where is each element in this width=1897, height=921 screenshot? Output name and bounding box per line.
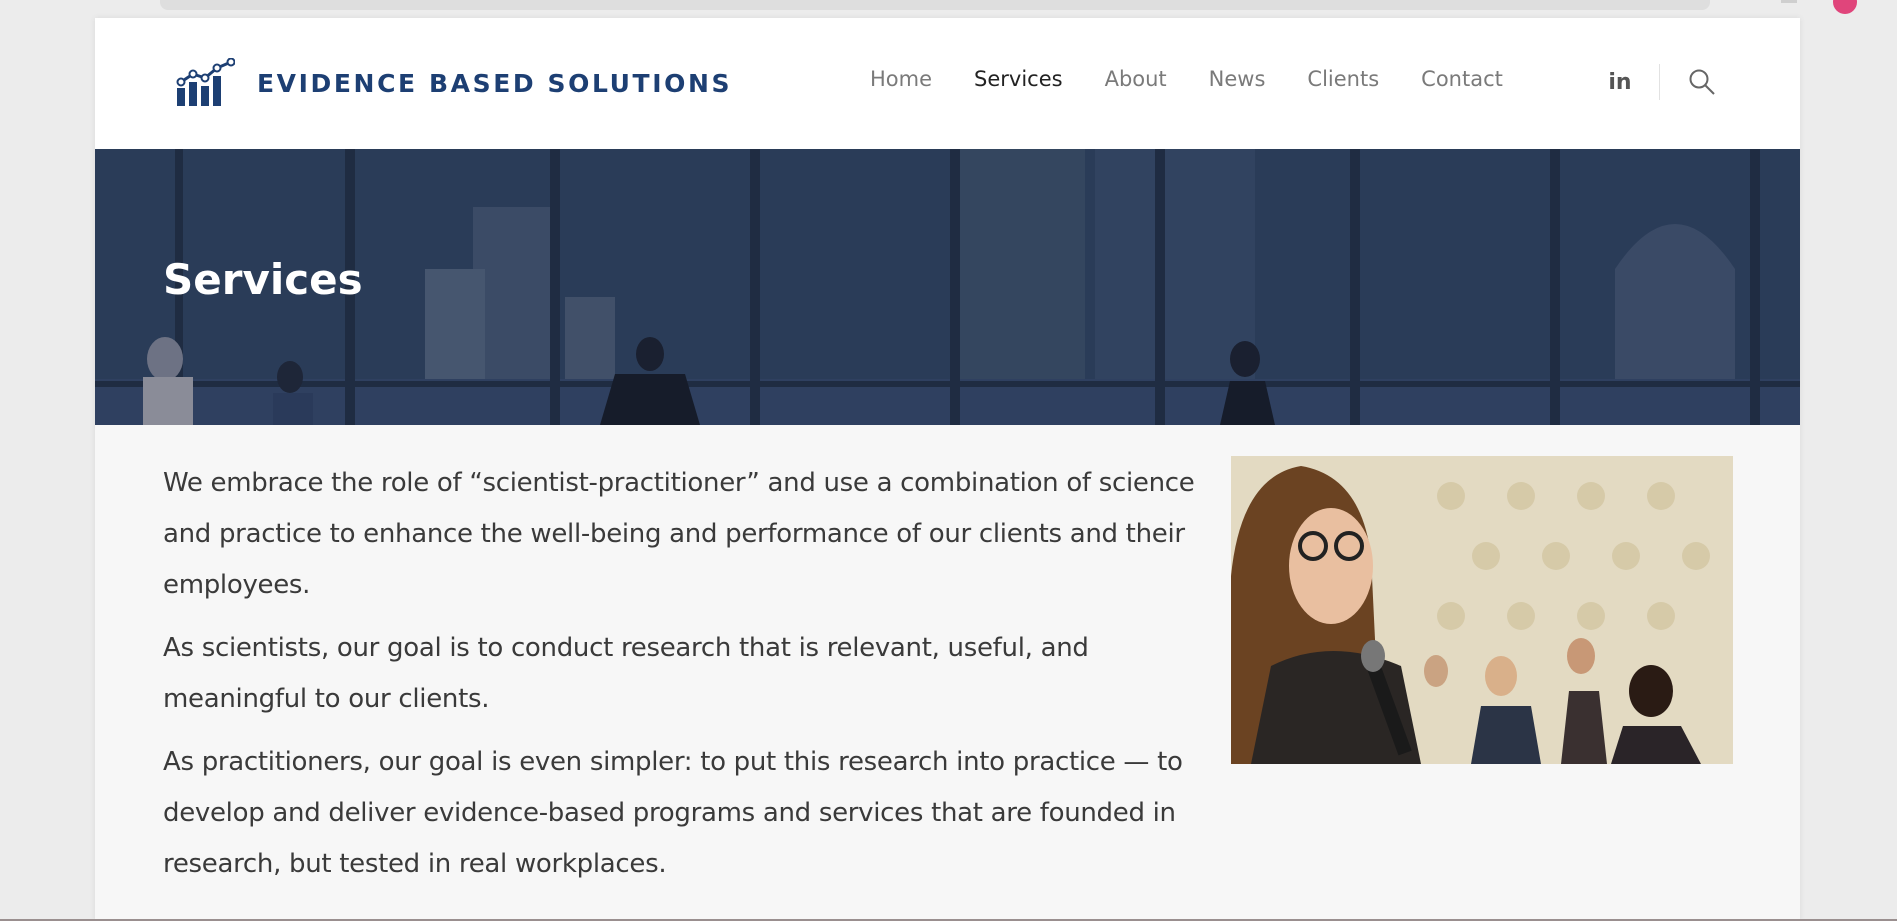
browser-chrome <box>0 0 1897 18</box>
scientists-paragraph: As scientists, our goal is to conduct re… <box>163 633 1089 714</box>
page: EVIDENCE BASED SOLUTIONS Home Services A… <box>95 18 1800 921</box>
speaker-photo <box>1231 456 1733 764</box>
main-nav: Home Services About News Clients Contact <box>870 64 1545 94</box>
nav-item-services[interactable]: Services <box>974 67 1063 91</box>
site-logo[interactable]: EVIDENCE BASED SOLUTIONS <box>175 58 732 108</box>
header-icons: in <box>1605 62 1716 102</box>
brand-name: EVIDENCE BASED SOLUTIONS <box>257 68 733 98</box>
search-icon[interactable] <box>1688 68 1716 96</box>
header-divider <box>1659 64 1660 100</box>
bar-chart-trend-icon <box>176 58 235 106</box>
page-title: Services <box>163 255 363 304</box>
intro-paragraph: We embrace the role of “scientist-practi… <box>163 468 1195 600</box>
address-bar[interactable] <box>160 0 1710 10</box>
nav-item-contact[interactable]: Contact <box>1421 67 1503 91</box>
extension-icon[interactable] <box>1781 0 1797 3</box>
nav-item-clients[interactable]: Clients <box>1307 67 1379 91</box>
linkedin-icon[interactable]: in <box>1605 70 1635 95</box>
services-intro: We embrace the role of “scientist-practi… <box>163 458 1213 902</box>
speaker-image <box>1231 456 1733 764</box>
nav-item-news[interactable]: News <box>1209 67 1266 91</box>
practitioners-paragraph: As practitioners, our goal is even simpl… <box>163 747 1183 879</box>
nav-item-about[interactable]: About <box>1105 67 1167 91</box>
hero-banner: Services <box>95 149 1800 425</box>
nav-item-home[interactable]: Home <box>870 67 932 91</box>
profile-avatar-icon[interactable] <box>1833 0 1857 14</box>
site-header: EVIDENCE BASED SOLUTIONS Home Services A… <box>95 18 1800 149</box>
